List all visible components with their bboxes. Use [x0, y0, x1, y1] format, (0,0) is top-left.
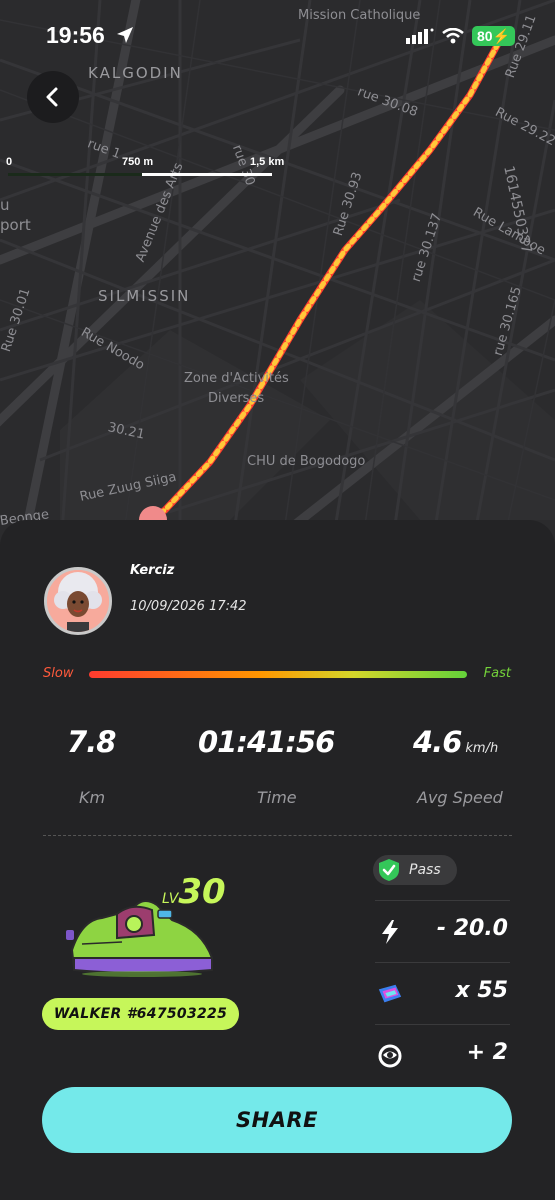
battery-indicator: 80⚡ [471, 26, 515, 46]
map-label: u [0, 196, 10, 214]
chevron-left-icon [46, 87, 58, 107]
status-icons: 80⚡ [405, 26, 515, 46]
back-button[interactable] [27, 71, 79, 123]
stat-time-value: 01:41:56 [198, 725, 335, 759]
speed-legend-slow: Slow [43, 666, 74, 681]
location-arrow-icon [117, 27, 133, 43]
badge-icon [377, 1043, 403, 1069]
map-label: Diverses [208, 391, 265, 406]
status-bar: 19:56 80⚡ [0, 0, 555, 70]
map-label: SILMISSIN [98, 287, 191, 305]
shield-check-icon [379, 859, 399, 881]
stat-distance-caption: Km [79, 788, 106, 807]
map-scale-bar: 0 750 m 1,5 km [0, 152, 300, 182]
sneaker-name-tag: WALKER #647503225 [42, 998, 239, 1030]
sneaker-level-prefix: LV [162, 891, 179, 907]
route-map[interactable]: Mission Catholique KALGODIN rue 30.08 Ru… [0, 0, 555, 560]
stat-speed-caption: Avg Speed [417, 788, 503, 807]
stat-speed: 4.6 km/h Avg Speed [413, 725, 503, 807]
scale-line [8, 173, 272, 176]
pass-badge: Pass [373, 855, 457, 885]
scale-label-mid: 750 m [122, 156, 154, 168]
pass-label: Pass [409, 862, 441, 878]
map-streets [0, 0, 555, 560]
reward-badge-row: + 2 [375, 1024, 510, 1086]
scale-label-zero: 0 [6, 156, 13, 168]
avatar[interactable] [44, 567, 112, 635]
scale-label-end: 1,5 km [250, 156, 285, 168]
wifi-icon [442, 28, 464, 44]
speed-legend-fast: Fast [483, 666, 511, 681]
reward-ticket-row: x 55 [375, 962, 510, 1024]
divider [43, 835, 512, 836]
status-time: 19:56 [46, 22, 105, 48]
username: Kerciz [130, 563, 175, 578]
ticket-icon [377, 981, 403, 1007]
cellular-signal-icon [405, 28, 434, 44]
map-label: CHU de Bogodogo [247, 454, 366, 469]
map-label: Zone d'Activités [184, 371, 289, 386]
stat-time-caption: Time [257, 788, 297, 807]
lightning-icon [377, 919, 403, 945]
map-label: port [0, 216, 31, 234]
stat-speed-value: 4.6 [413, 725, 462, 759]
reward-badge-value: + 2 [466, 1040, 508, 1065]
avatar-portrait-icon [47, 570, 109, 632]
activity-datetime: 10/09/2026 17:42 [130, 599, 247, 614]
stat-time: 01:41:56 Time [198, 725, 335, 807]
stat-speed-unit: km/h [465, 741, 499, 756]
share-button[interactable]: SHARE [42, 1087, 512, 1153]
sneaker-level: LV30 [162, 872, 226, 912]
activity-summary-panel: Kerciz 10/09/2026 17:42 Slow Fast 7.8 Km… [0, 520, 555, 1200]
reward-energy-row: - 20.0 [375, 900, 510, 962]
reward-ticket-value: x 55 [455, 978, 508, 1003]
sneaker-level-number: 30 [178, 872, 226, 912]
speed-gradient-bar [89, 671, 467, 678]
reward-energy-value: - 20.0 [436, 916, 508, 941]
stat-distance: 7.8 Km [67, 725, 116, 807]
stat-distance-value: 7.8 [67, 725, 116, 759]
speed-legend: Slow Fast [0, 664, 555, 684]
